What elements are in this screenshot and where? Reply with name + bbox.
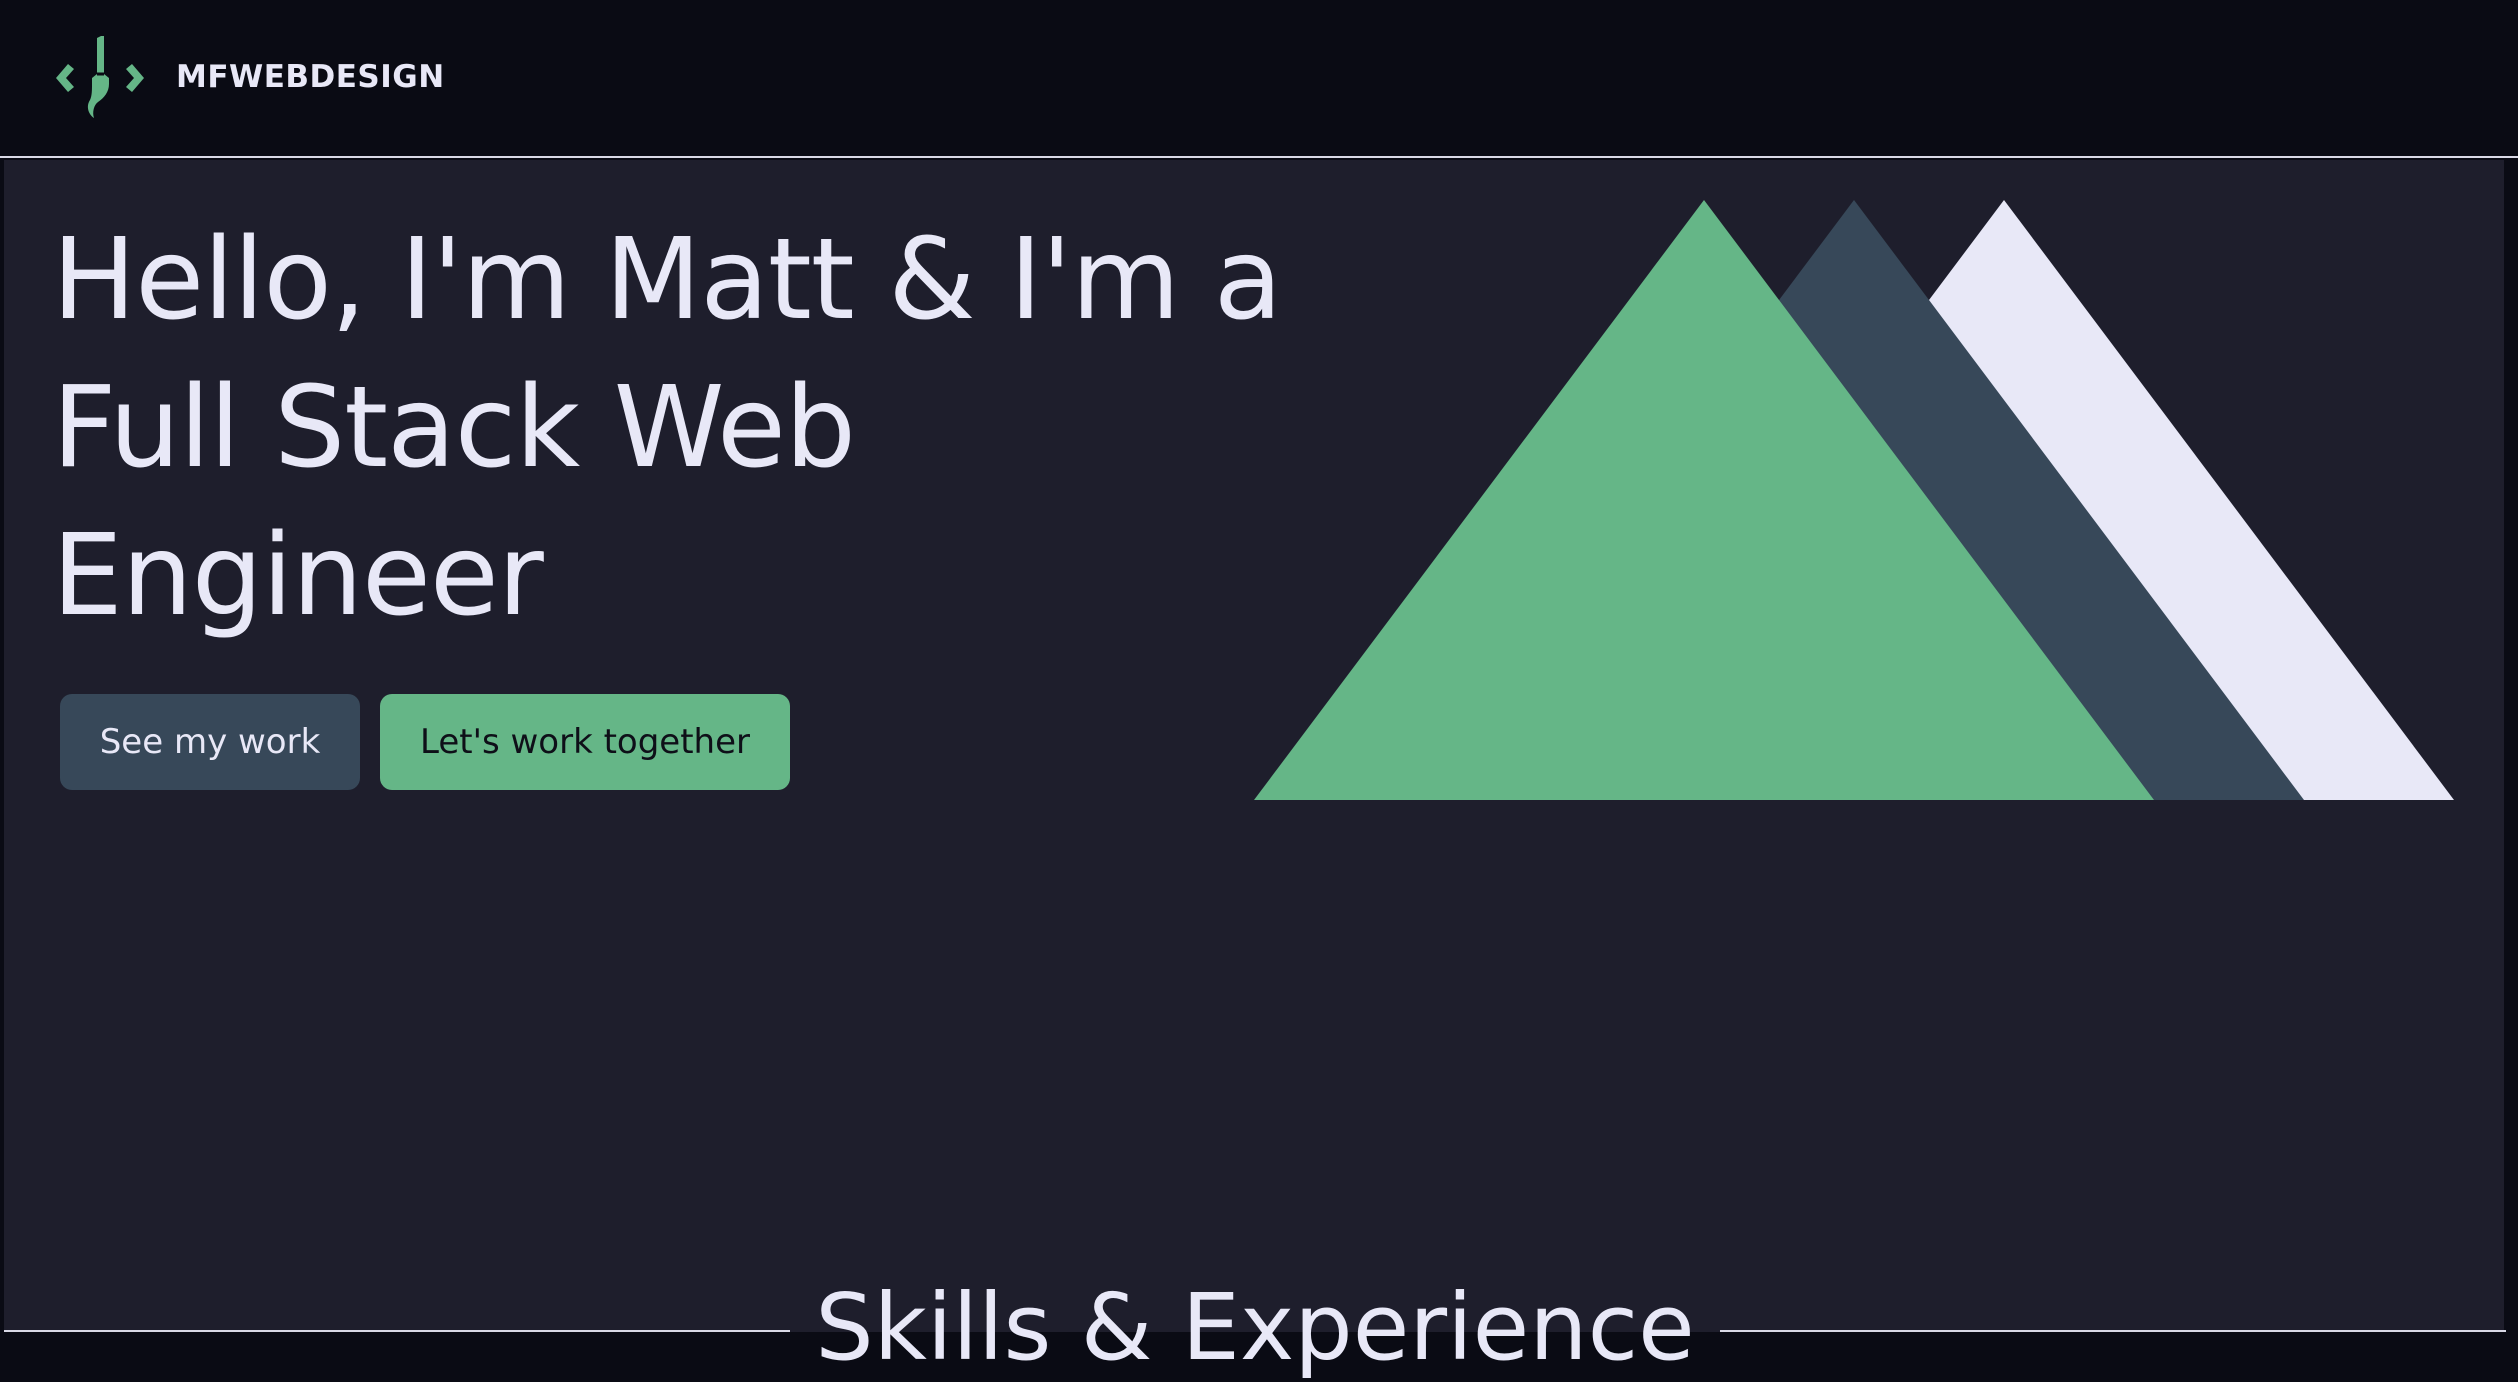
hero-title: Hello, I'm Matt & I'm a Full Stack Web E… — [52, 215, 1282, 641]
logo-link[interactable]: MFWEBDESIGN — [54, 34, 445, 120]
lets-work-together-button[interactable]: Let's work together — [380, 694, 790, 790]
page: MFWEBDESIGN Hello, I'm Matt & I'm a Full… — [0, 0, 2518, 1382]
see-my-work-button[interactable]: See my work — [60, 694, 360, 790]
section-divider-right — [1720, 1330, 2506, 1332]
navbar: MFWEBDESIGN — [0, 0, 2518, 158]
section-divider-left — [4, 1330, 790, 1332]
brand-name: MFWEBDESIGN — [176, 59, 445, 95]
code-brackets-paintbrush-icon — [56, 36, 144, 118]
skills-section-title: Skills & Experience — [815, 1274, 1695, 1381]
mountains-illustration — [1254, 200, 2454, 800]
